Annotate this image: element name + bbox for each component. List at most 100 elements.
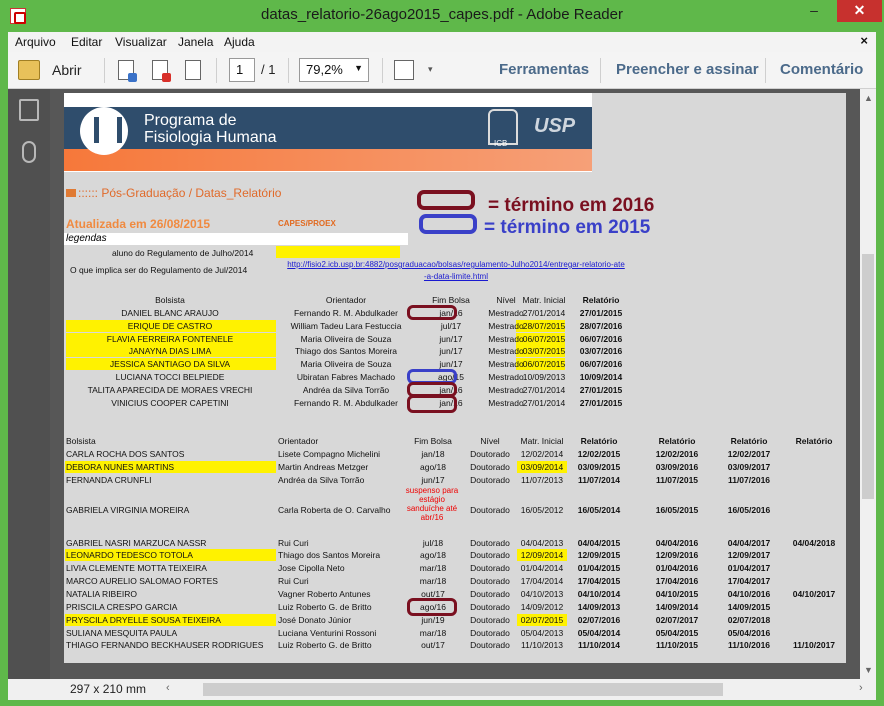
table-cell: Doutorado xyxy=(470,449,510,459)
regulation-link[interactable]: http://fisio2.icb.usp.br:4882/posgraduac… xyxy=(286,259,626,283)
table-cell: Fernando R. M. Abdulkader xyxy=(294,308,398,318)
scroll-up-icon[interactable]: ▲ xyxy=(864,93,873,103)
table-cell: Doutorado xyxy=(470,576,510,586)
table-cell: 16/05/2015 xyxy=(655,505,699,515)
menu-arquivo[interactable]: Arquivo xyxy=(15,35,56,49)
table-row: MARCO AURELIO SALOMAO FORTES Rui Curi mar/… xyxy=(64,574,846,587)
close-window-button[interactable]: ✕ xyxy=(837,0,882,22)
edit-document-icon[interactable] xyxy=(185,60,201,80)
capes-label: CAPES/PROEX xyxy=(278,219,336,228)
table-cell: GABRIELA VIRGINIA MOREIRA xyxy=(66,505,190,515)
tools-tab[interactable]: Ferramentas xyxy=(499,61,589,78)
close-document-icon[interactable]: × xyxy=(860,33,868,48)
create-pdf-icon[interactable] xyxy=(118,60,137,82)
table-cell: 05/04/2014 xyxy=(577,628,621,638)
horizontal-scrollbar[interactable] xyxy=(173,683,863,696)
table-cell: Luiz Roberto G. de Britto xyxy=(278,640,372,650)
table-cell: 03/09/2015 xyxy=(577,462,621,472)
table-row: DANIEL BLANC ARAUJO Fernando R. M. Abdulk… xyxy=(64,306,646,319)
fill-sign-tab[interactable]: Preencher e assinar xyxy=(616,61,759,78)
zoom-select[interactable]: 79,2% ▼ xyxy=(299,58,369,82)
table-cell: 27/01/2014 xyxy=(522,384,566,395)
table-cell: 14/09/2015 xyxy=(727,602,771,612)
column-header: Matr. Inicial xyxy=(522,295,566,305)
table-row: JESSICA SANTIAGO DA SILVA Maria Oliveira … xyxy=(64,357,646,371)
home-icon xyxy=(66,189,76,197)
export-pdf-icon[interactable] xyxy=(152,60,171,82)
table-cell: 12/09/2017 xyxy=(727,550,771,560)
column-header: Bolsista xyxy=(66,436,96,446)
legendas-label: legendas xyxy=(64,233,408,245)
table-cell: Luiz Roberto G. de Britto xyxy=(278,602,372,612)
table-cell: CARLA ROCHA DOS SANTOS xyxy=(66,449,185,459)
table-cell: Rui Curi xyxy=(278,576,309,586)
status-bar: 297 x 210 mm ‹ › xyxy=(8,679,876,700)
table-cell: PRYSCILA DRYELLE SOUSA TEIXEIRA xyxy=(66,615,221,625)
menu-ajuda[interactable]: Ajuda xyxy=(224,35,255,49)
zoom-value: 79,2% xyxy=(306,62,343,77)
table-cell: Maria Oliveira de Souza xyxy=(300,333,392,344)
legend-2016-swatch xyxy=(417,190,475,210)
toolbar-divider xyxy=(216,58,217,83)
open-folder-icon[interactable] xyxy=(18,60,40,80)
attachments-icon[interactable] xyxy=(22,141,36,163)
fit-page-icon[interactable] xyxy=(394,60,414,80)
table-cell: 04/10/2013 xyxy=(520,589,564,599)
scroll-left-icon[interactable]: ‹ xyxy=(166,682,170,694)
column-header: Relatório xyxy=(582,295,620,305)
table-cell: 12/09/2015 xyxy=(577,550,621,560)
scroll-right-icon[interactable]: › xyxy=(859,682,863,694)
minimize-button[interactable]: – xyxy=(800,0,828,22)
legend-2016-text: = término em 2016 xyxy=(488,195,655,216)
table-row: ERIQUE DE CASTRO William Tadeu Lara Festu… xyxy=(64,319,646,332)
page-thumbnails-icon[interactable] xyxy=(19,99,39,121)
table-row: NATALIA RIBEIRO Vagner Roberto Antunes out… xyxy=(64,587,846,600)
table-cell: 27/01/2014 xyxy=(522,308,566,318)
table-cell: 03/09/2016 xyxy=(655,462,699,472)
table-cell: 10/09/2013 xyxy=(522,372,566,382)
table-cell: 02/07/2015 xyxy=(520,615,564,625)
document-viewport[interactable]: Programa de Fisiologia Humana ICB USP ::… xyxy=(50,89,860,679)
table-cell: FERNANDA CRUNFLI xyxy=(66,475,152,485)
table-row: JANAYNA DIAS LIMA Thiago dos Santos Morei… xyxy=(64,344,646,358)
table-cell: 11/07/2015 xyxy=(655,475,699,485)
program-logo-icon xyxy=(80,107,128,155)
table-cell: Doutorado xyxy=(470,640,510,650)
table-cell: 12/02/2014 xyxy=(520,449,564,459)
regulation-highlight-swatch xyxy=(276,246,400,258)
menu-visualizar[interactable]: Visualizar xyxy=(115,35,167,49)
table-cell: 12/02/2015 xyxy=(577,449,621,459)
comment-tab[interactable]: Comentário xyxy=(780,61,863,78)
toolbar-more-icon[interactable]: ▾ xyxy=(428,64,433,75)
mestrado-header-row: Bolsista Orientador Fim Bolsa Nível Matr. In… xyxy=(64,293,646,306)
table-cell: Doutorado xyxy=(470,602,510,612)
table-cell: 04/04/2017 xyxy=(727,538,771,548)
pdf-page: Programa de Fisiologia Humana ICB USP ::… xyxy=(64,93,846,663)
menu-janela[interactable]: Janela xyxy=(178,35,213,49)
legend-2015-swatch xyxy=(419,214,477,234)
updated-date: Atualizada em 26/08/2015 xyxy=(66,217,211,231)
table-row: FERNANDA CRUNFLI Andréa da Silva Torrão ju… xyxy=(64,473,846,486)
table-cell: Jose Cipolla Neto xyxy=(278,563,345,573)
horizontal-scroll-thumb[interactable] xyxy=(203,683,723,696)
table-cell: Doutorado xyxy=(470,563,510,573)
table-cell: Martin Andreas Metzger xyxy=(278,462,369,472)
banner-line-2: Fisiologia Humana xyxy=(144,129,277,146)
table-cell: 04/04/2015 xyxy=(577,538,621,548)
table-cell: 16/05/2016 xyxy=(727,505,771,515)
table-cell: 05/04/2015 xyxy=(655,628,699,638)
chevron-down-icon[interactable]: ▼ xyxy=(354,63,363,73)
menu-editar[interactable]: Editar xyxy=(71,35,102,49)
table-cell: 06/07/2016 xyxy=(579,359,623,370)
table-cell: 17/04/2016 xyxy=(655,576,699,586)
table-cell: 03/07/2015 xyxy=(522,346,566,357)
table-cell: José Donato Júnior xyxy=(278,615,352,625)
table-cell: 01/04/2017 xyxy=(727,563,771,573)
scroll-down-icon[interactable]: ▼ xyxy=(864,665,873,675)
table-cell: 02/07/2017 xyxy=(655,615,699,625)
vertical-scroll-thumb[interactable] xyxy=(862,254,874,499)
table-cell: 12/09/2014 xyxy=(520,550,564,560)
vertical-scrollbar[interactable]: ▲ ▼ xyxy=(860,89,876,679)
open-button[interactable]: Abrir xyxy=(52,62,82,78)
page-number-input[interactable]: 1 xyxy=(229,58,255,82)
